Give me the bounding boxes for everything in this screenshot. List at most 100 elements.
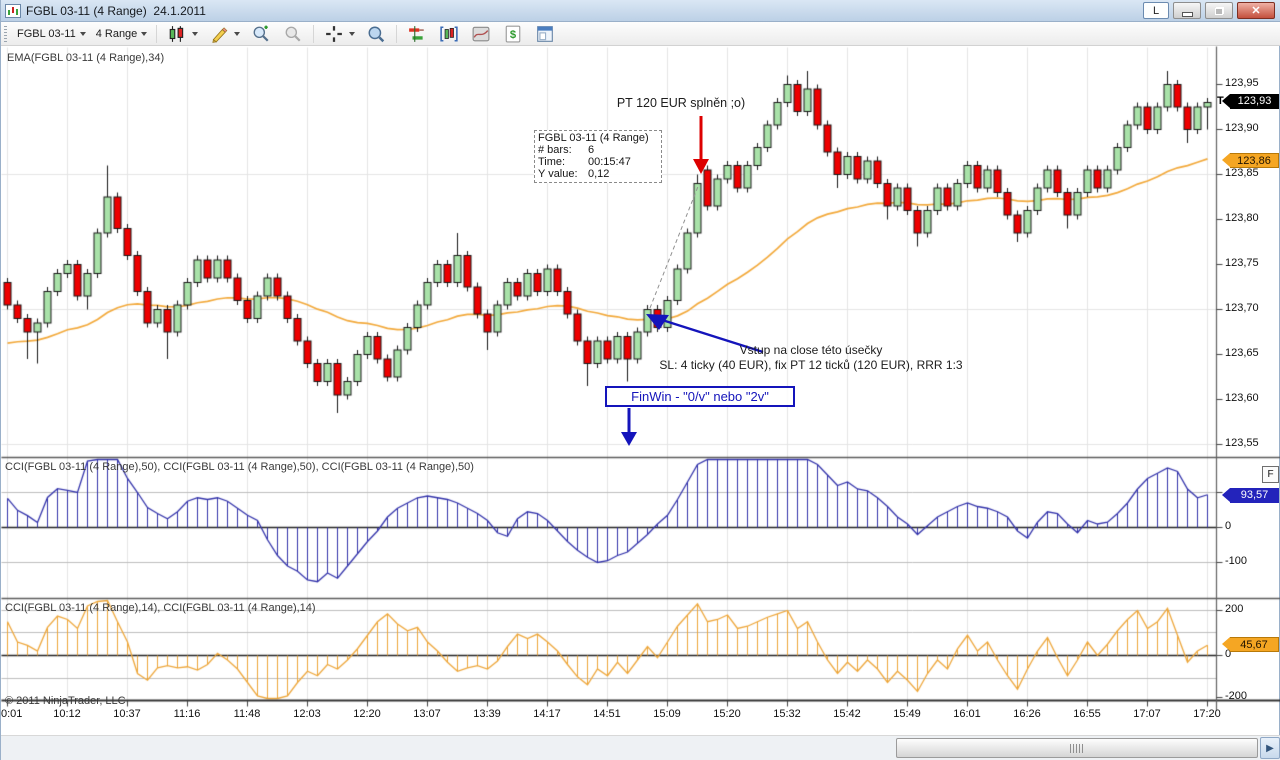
time-axis-label: 10:37 (113, 708, 141, 720)
svg-text:$: $ (510, 28, 517, 40)
copyright-text: © 2011 NinjaTrader, LLC (5, 695, 126, 707)
restore-button[interactable] (1205, 2, 1233, 19)
time-axis-label: 17:20 (1193, 708, 1221, 720)
price-axis-tick: 123,70 (1225, 302, 1259, 314)
restore-icon (1214, 6, 1224, 15)
finwin-arrow[interactable] (621, 408, 637, 446)
cci50-axis-tick: 0 (1225, 520, 1232, 532)
price-axis-tick: 123,60 (1225, 392, 1259, 404)
chevron-down-icon (141, 31, 148, 36)
cci50-axis-tick: -100 (1225, 555, 1248, 567)
yvalue-value: 0,12 (588, 168, 610, 180)
bars-value: 6 (588, 144, 595, 156)
cci14-value-tag: 45,67 (1222, 637, 1279, 652)
time-axis-label: 16:26 (1013, 708, 1041, 720)
time-label: Time: (538, 156, 566, 168)
entry-annotation-line1: Vstup na close této úsečky (739, 343, 883, 357)
entry-annotation-text[interactable]: Vstup na close této úsečky SL: 4 ticky (… (633, 343, 989, 373)
time-axis-label: 15:32 (773, 708, 801, 720)
scrollbar-thumb[interactable] (896, 738, 1258, 758)
time-axis-label: 11:16 (173, 708, 201, 720)
scrollbar-right-button[interactable]: ▶ (1260, 737, 1280, 759)
snapshot-icon (472, 26, 490, 41)
bars-label: # bars: (538, 144, 572, 156)
zoom-window-icon (368, 26, 385, 42)
time-axis-label: 0:01 (1, 708, 23, 720)
time-axis-label: 17:07 (1133, 708, 1161, 720)
finwin-text-box[interactable]: FinWin - "0/v" nebo "2v" (605, 386, 795, 407)
price-axis-tick: 123,65 (1225, 347, 1259, 359)
cci14-indicator-label: CCI(FGBL 03-11 (4 Range),14), CCI(FGBL 0… (5, 602, 316, 614)
time-axis-label: 15:42 (833, 708, 861, 720)
link-button[interactable]: L (1143, 2, 1169, 19)
price-axis-tick: 123,55 (1225, 437, 1259, 449)
pt-annotation-text[interactable]: PT 120 EUR splněn ;o) (596, 96, 766, 110)
zoom-in-button[interactable] (245, 22, 277, 46)
crosshair-button[interactable] (318, 22, 360, 46)
last-price-tag: 123,93 (1222, 94, 1279, 109)
instrument-label: FGBL 03-11 (17, 27, 76, 40)
time-axis-label: 10:12 (53, 708, 81, 720)
instrument-selector[interactable]: FGBL 03-11 (12, 26, 91, 42)
horizontal-scrollbar[interactable]: ▶ (1, 735, 1280, 760)
chart-toolbar: FGBL 03-11 4 Range $ (1, 22, 1280, 46)
toolbar-separator (396, 24, 398, 43)
drawing-tools-button[interactable] (203, 22, 245, 46)
chart-app-icon (5, 3, 21, 18)
chevron-down-icon (192, 31, 199, 36)
period-selector[interactable]: 4 Range (91, 26, 153, 42)
close-button[interactable]: ✕ (1237, 2, 1275, 19)
zoom-out-button[interactable] (277, 22, 309, 46)
price-axis-tick: 123,90 (1225, 122, 1259, 134)
account-performance-icon: $ (505, 25, 521, 42)
entry-annotation-line2: SL: 4 ticky (40 EUR), fix PT 12 ticků (1… (659, 358, 963, 372)
cci50-value-tag: 93,57 (1222, 488, 1279, 503)
price-axis-tick: 123,75 (1225, 257, 1259, 269)
chart-style-icon (169, 25, 184, 42)
time-axis-label: 15:49 (893, 708, 921, 720)
time-axis-label: 14:51 (593, 708, 621, 720)
minimize-icon (1181, 12, 1193, 17)
ema-indicator-label: EMA(FGBL 03-11 (4 Range),34) (7, 52, 165, 64)
cci50-indicator-label: CCI(FGBL 03-11 (4 Range),50), CCI(FGBL 0… (5, 461, 474, 473)
annotation-layer (621, 116, 764, 446)
minimize-button[interactable] (1173, 2, 1201, 19)
chart-window: FGBL 03-11 (4 Range) 24.1.2011 L ✕ FGBL … (0, 0, 1280, 760)
crosshair-icon (326, 25, 343, 42)
drawing-tools-icon (212, 26, 228, 43)
panel-focus-button[interactable]: F (1262, 466, 1279, 483)
toolbar-grip[interactable] (4, 25, 7, 42)
snapshot-button[interactable] (465, 22, 497, 46)
chart-style-button[interactable] (161, 22, 203, 46)
chevron-down-icon (234, 31, 241, 36)
time-axis-label: 12:03 (293, 708, 321, 720)
ema-value-tag: 123,86 (1222, 153, 1279, 168)
time-axis-label: 13:07 (413, 708, 441, 720)
zoom-in-icon (253, 25, 269, 42)
measure-line[interactable] (649, 183, 700, 309)
zoom-out-icon (285, 26, 301, 42)
toolbar-separator (313, 24, 315, 43)
period-label: 4 Range (95, 27, 138, 40)
data-box-title: FGBL 03-11 (4 Range) (538, 132, 649, 144)
bars-back-button[interactable] (433, 22, 465, 46)
arrow-right-icon: ▶ (1266, 742, 1274, 754)
properties-button[interactable] (529, 22, 561, 46)
price-axis-tick: 123,80 (1225, 212, 1259, 224)
chart-trader-button[interactable] (401, 22, 433, 46)
price-axis-tick: 123,95 (1225, 77, 1259, 89)
time-axis-label: 15:20 (713, 708, 741, 720)
chart-trader-icon (409, 25, 425, 42)
toolbar-separator (156, 24, 158, 43)
window-titlebar[interactable]: FGBL 03-11 (4 Range) 24.1.2011 L ✕ (1, 0, 1280, 22)
pt-arrow[interactable] (693, 116, 709, 174)
scrollbar-grip-icon (1070, 743, 1084, 753)
account-performance-button[interactable]: $ (497, 22, 529, 46)
time-axis-label: 13:39 (473, 708, 501, 720)
zoom-window-button[interactable] (360, 22, 392, 46)
close-icon: ✕ (1251, 5, 1261, 17)
time-axis-label: 12:20 (353, 708, 381, 720)
yvalue-label: Y value: (538, 168, 578, 180)
time-axis-label: 14:17 (533, 708, 561, 720)
chevron-down-icon (349, 31, 356, 36)
